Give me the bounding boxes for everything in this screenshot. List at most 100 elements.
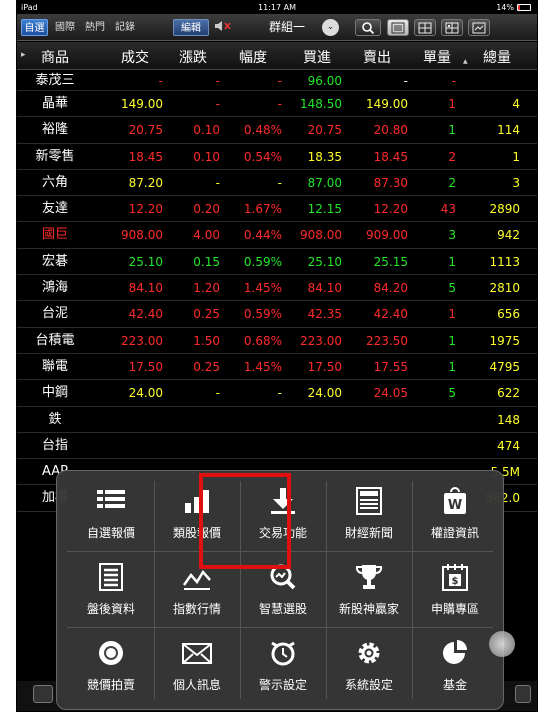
menu-item-5[interactable]: W 權證資訊 bbox=[413, 477, 497, 545]
table-cell: - bbox=[215, 175, 220, 190]
menu-item-12[interactable]: 個人訊息 bbox=[155, 629, 239, 697]
menu-item-label: 交易功能 bbox=[258, 526, 307, 540]
toolbar: 自選 國際 熱門 記錄 編輯 群組一 ⌄ bbox=[17, 14, 537, 41]
product-name: 鴻海 bbox=[41, 280, 68, 296]
table-cell: 18.45 bbox=[128, 149, 163, 164]
table-cell: 1 bbox=[448, 123, 456, 138]
header-last-price[interactable]: 成交 bbox=[121, 47, 149, 67]
header-ask[interactable]: 賣出 bbox=[363, 47, 391, 67]
product-name: 鉄 bbox=[48, 411, 62, 427]
table-cell: 17.50 bbox=[128, 359, 163, 374]
table-cell: 474 bbox=[497, 438, 520, 453]
chart-view-icon[interactable] bbox=[468, 19, 490, 36]
table-cell: 5 bbox=[448, 386, 456, 401]
grid-menu-icon[interactable] bbox=[33, 685, 53, 703]
table-row[interactable]: 國巨 908.00 4.00 0.44% 908.00 909.00 3 942 bbox=[17, 222, 537, 249]
product-name: 宏碁 bbox=[41, 253, 68, 269]
tab-favorites[interactable]: 自選 bbox=[21, 19, 48, 36]
menu-item-14[interactable]: 系統設定 bbox=[327, 629, 411, 697]
table-cell: 2 bbox=[448, 175, 456, 190]
table-cell: 149.00 bbox=[366, 97, 408, 111]
list-view-icon[interactable] bbox=[387, 19, 409, 36]
table-cell: 0.48% bbox=[243, 123, 282, 138]
grid-view-icon[interactable] bbox=[414, 19, 436, 36]
expand-arrow-icon[interactable]: ▸ bbox=[21, 50, 26, 60]
menu-item-15[interactable]: 基金 bbox=[413, 629, 497, 697]
table-cell: 1 bbox=[448, 254, 456, 269]
table-row[interactable]: 友達 12.20 0.20 1.67% 12.15 12.20 43 2890 bbox=[17, 196, 537, 223]
menu-item-1[interactable]: 自選報價 bbox=[69, 477, 153, 545]
tab-records[interactable]: 記錄 bbox=[111, 19, 139, 36]
menu-item-13[interactable]: 警示設定 bbox=[241, 629, 325, 697]
menu-item-3[interactable]: 交易功能 bbox=[241, 477, 325, 545]
table-row[interactable]: 鴻海 84.10 1.20 1.45% 84.10 84.20 5 2810 bbox=[17, 275, 537, 302]
tab-international[interactable]: 國際 bbox=[51, 19, 79, 36]
table-cell: 1.45% bbox=[243, 359, 282, 374]
chevron-down-icon[interactable]: ⌄ bbox=[322, 19, 339, 36]
side-panel-icon[interactable] bbox=[515, 685, 531, 703]
menu-item-6[interactable]: 盤後資料 bbox=[69, 553, 153, 621]
table-cell: 4.00 bbox=[193, 228, 220, 243]
menu-divider bbox=[240, 481, 241, 699]
edit-button[interactable]: 編輯 bbox=[173, 19, 209, 36]
table-cell: 25.10 bbox=[128, 254, 163, 269]
table-row[interactable]: 宏碁 25.10 0.15 0.59% 25.10 25.15 1 1113 bbox=[17, 249, 537, 276]
table-cell: 42.40 bbox=[128, 307, 163, 322]
menu-item-label: 競價拍賣 bbox=[86, 678, 135, 692]
product-name: 中鋼 bbox=[41, 385, 68, 401]
table-cell: 908.00 bbox=[121, 228, 163, 243]
header-product[interactable]: 商品 bbox=[41, 47, 69, 67]
table-cell: 2810 bbox=[489, 281, 520, 296]
header-change[interactable]: 漲跌 bbox=[179, 47, 207, 67]
menu-item-7[interactable]: 指數行情 bbox=[155, 553, 239, 621]
header-volume[interactable]: 單量 bbox=[423, 47, 451, 67]
header-total-volume[interactable]: 總量 bbox=[483, 47, 511, 67]
table-cell: 1.50 bbox=[193, 333, 220, 348]
table-row[interactable]: 鉄 148 bbox=[17, 407, 537, 433]
table-row[interactable]: 晶華 149.00 - - 148.50 149.00 1 4 bbox=[17, 91, 537, 118]
table-row[interactable]: 六角 87.20 - - 87.00 87.30 2 3 bbox=[17, 170, 537, 197]
gear-icon bbox=[353, 639, 385, 669]
menu-divider bbox=[154, 481, 155, 699]
group-selector[interactable]: 群組一 bbox=[257, 19, 317, 36]
menu-item-8[interactable]: 智慧選股 bbox=[241, 553, 325, 621]
menu-item-9[interactable]: 新股神贏家 bbox=[327, 553, 411, 621]
table-cell: 84.10 bbox=[128, 281, 163, 296]
menu-item-label: 個人訊息 bbox=[172, 678, 221, 692]
table-row[interactable]: 聯電 17.50 0.25 1.45% 17.50 17.55 1 4795 bbox=[17, 354, 537, 381]
menu-item-4[interactable]: 財經新聞 bbox=[327, 477, 411, 545]
menu-item-label: 新股神贏家 bbox=[338, 602, 399, 616]
table-cell: 18.35 bbox=[307, 149, 342, 164]
menu-item-2[interactable]: 類股報價 bbox=[155, 477, 239, 545]
menu-item-11[interactable]: 競價拍賣 bbox=[69, 629, 153, 697]
mute-icon[interactable] bbox=[213, 19, 233, 36]
menu-item-label: 權證資訊 bbox=[430, 526, 479, 540]
tab-popular[interactable]: 熱門 bbox=[81, 19, 109, 36]
table-row[interactable]: 泰茂三 - - - 96.00 - - bbox=[17, 71, 537, 91]
table-cell: 20.80 bbox=[373, 123, 408, 138]
header-percent[interactable]: 幅度 bbox=[239, 47, 267, 67]
menu-item-label: 財經新聞 bbox=[344, 526, 393, 540]
clock: 11:17 AM bbox=[258, 3, 296, 12]
header-bid[interactable]: 買進 bbox=[303, 47, 331, 67]
quad-view-icon[interactable] bbox=[441, 19, 463, 36]
table-row[interactable]: 裕隆 20.75 0.10 0.48% 20.75 20.80 1 114 bbox=[17, 117, 537, 144]
table-cell: 84.10 bbox=[307, 281, 342, 296]
menu-item-10[interactable]: $ 申購專區 bbox=[413, 553, 497, 621]
search-icon[interactable] bbox=[355, 19, 381, 36]
table-row[interactable]: 新零售 18.45 0.10 0.54% 18.35 18.45 2 1 bbox=[17, 144, 537, 170]
table-row[interactable]: 台積電 223.00 1.50 0.68% 223.00 223.50 1 1975 bbox=[17, 328, 537, 354]
assistive-touch-button[interactable] bbox=[489, 631, 515, 657]
battery-percent: 14% bbox=[496, 3, 514, 12]
newspaper-icon bbox=[353, 487, 385, 517]
menu-item-label: 智慧選股 bbox=[258, 602, 307, 616]
table-cell: 148.50 bbox=[300, 97, 342, 111]
table-cell: - bbox=[451, 74, 456, 88]
table-cell: 114 bbox=[497, 123, 520, 138]
table-cell: 0.25 bbox=[193, 307, 220, 322]
alarm-clock-icon bbox=[267, 639, 299, 669]
table-row[interactable]: 中鋼 24.00 - - 24.00 24.05 5 622 bbox=[17, 380, 537, 407]
table-row[interactable]: 台泥 42.40 0.25 0.59% 42.35 42.40 1 656 bbox=[17, 301, 537, 328]
table-cell: 42.40 bbox=[373, 307, 408, 322]
table-row[interactable]: 台指 474 bbox=[17, 433, 537, 460]
